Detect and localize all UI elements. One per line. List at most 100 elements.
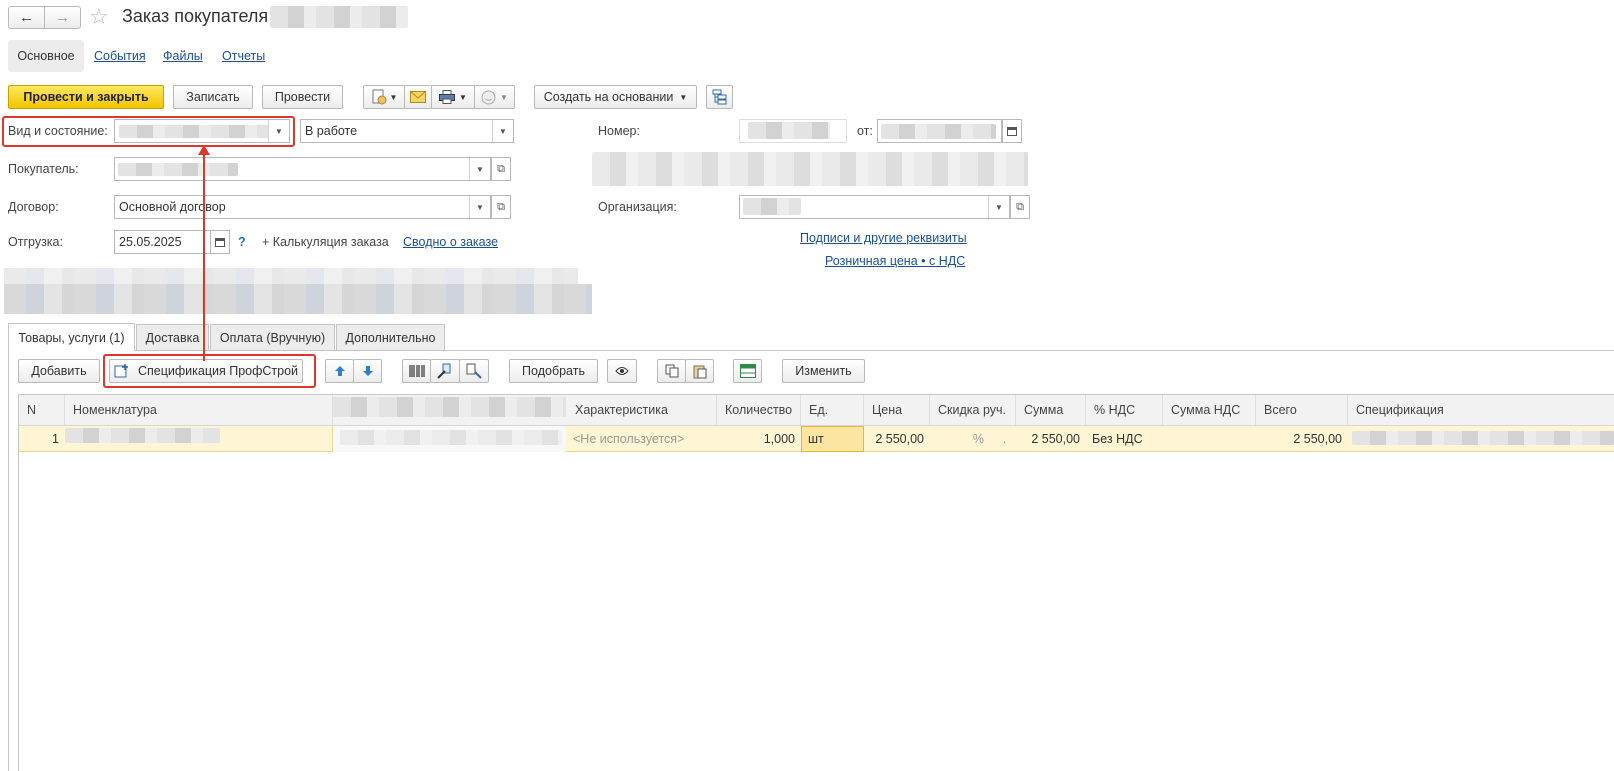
- create-document-dropdown[interactable]: ▼: [363, 85, 405, 109]
- print-dropdown[interactable]: ▼: [431, 85, 475, 109]
- column-header-n[interactable]: N: [19, 395, 65, 425]
- calendar-icon[interactable]: [1002, 119, 1022, 143]
- from-label: от:: [857, 124, 873, 138]
- organization-value-redacted: [743, 198, 801, 215]
- tab-panel-border: [8, 350, 9, 771]
- column-header-unit[interactable]: Ед.: [801, 395, 864, 425]
- row-price[interactable]: 2 550,00: [864, 426, 930, 452]
- shipment-label: Отгрузка:: [8, 235, 63, 249]
- help-icon[interactable]: ?: [238, 235, 246, 249]
- chevron-down-icon[interactable]: ▼: [469, 196, 490, 218]
- back-button[interactable]: ←: [8, 6, 45, 29]
- retail-price-link[interactable]: Розничная цена • с НДС: [825, 254, 965, 268]
- barcode-button[interactable]: [402, 359, 431, 383]
- view-button[interactable]: [607, 359, 637, 383]
- post-and-close-button[interactable]: Провести и закрыть: [8, 85, 164, 109]
- status-dropdown[interactable]: ▼: [474, 85, 515, 109]
- nav-tab-main[interactable]: Основное: [8, 40, 84, 72]
- paste-icon: [693, 365, 706, 378]
- move-down-button[interactable]: [353, 359, 382, 383]
- nav-tab-events[interactable]: События: [94, 49, 146, 63]
- move-up-button[interactable]: [325, 359, 354, 383]
- date-field[interactable]: [877, 119, 1002, 143]
- smiley-icon: [481, 90, 496, 104]
- buyer-open-icon[interactable]: ⧉: [491, 157, 511, 181]
- signatures-link[interactable]: Подписи и другие реквизиты: [800, 231, 967, 245]
- order-summary-link[interactable]: Сводно о заказе: [403, 235, 498, 249]
- copy-button[interactable]: [657, 359, 686, 383]
- chevron-down-icon: ▼: [459, 92, 467, 102]
- column-header-total[interactable]: Всего: [1256, 395, 1348, 425]
- annotation-arrow: [198, 145, 210, 361]
- comment-area-redacted: [4, 268, 578, 284]
- column-header-sum[interactable]: Сумма: [1016, 395, 1086, 425]
- chevron-down-icon: ▼: [500, 92, 508, 102]
- column-header-characteristic[interactable]: Характеристика: [567, 395, 717, 425]
- arrow-down-icon: [362, 366, 373, 376]
- row-vat-sum: [1163, 426, 1256, 452]
- organization-open-icon[interactable]: ⧉: [1010, 195, 1030, 219]
- row-nomenclature-redacted: [65, 428, 220, 443]
- column-header-price[interactable]: Цена: [864, 395, 930, 425]
- column-header-nomenclature[interactable]: Номенклатура: [65, 395, 333, 425]
- scanner-button[interactable]: [430, 359, 460, 383]
- contract-field[interactable]: Основной договор ▼: [114, 195, 491, 219]
- buyer-field[interactable]: ▼: [114, 157, 491, 181]
- save-button[interactable]: Записать: [173, 85, 253, 109]
- row-total: 2 550,00: [1293, 432, 1342, 446]
- chevron-down-icon[interactable]: ▼: [492, 120, 513, 142]
- terminal-button[interactable]: [459, 359, 489, 383]
- pick-button[interactable]: Подобрать: [509, 359, 598, 383]
- comment-area-redacted-2: [4, 284, 592, 314]
- row-quantity[interactable]: 1,000: [717, 426, 801, 452]
- email-button[interactable]: [404, 85, 432, 109]
- page-title: Заказ покупателя: [122, 6, 269, 26]
- row-vat-rate[interactable]: Без НДС: [1086, 426, 1163, 452]
- tab-goods-services[interactable]: Товары, услуги (1): [8, 323, 135, 351]
- contract-open-icon[interactable]: ⧉: [491, 195, 511, 219]
- terminal-icon: [466, 363, 482, 379]
- row-characteristic[interactable]: <Не используется>: [567, 426, 717, 452]
- add-row-button[interactable]: Добавить: [18, 359, 100, 383]
- nav-tab-reports[interactable]: Отчеты: [222, 49, 265, 63]
- tab-payment[interactable]: Оплата (Вручную): [210, 324, 335, 350]
- create-based-on-button[interactable]: Создать на основании ▼: [534, 85, 697, 109]
- organization-label: Организация:: [598, 200, 677, 214]
- favorite-star-icon[interactable]: ☆: [89, 4, 109, 30]
- post-button[interactable]: Провести: [262, 85, 343, 109]
- table-settings-button[interactable]: [733, 359, 762, 383]
- calculation-toggle[interactable]: + Калькуляция заказа: [262, 235, 389, 249]
- row-discount[interactable]: %: [930, 426, 990, 452]
- forward-button[interactable]: →: [44, 6, 81, 29]
- row-specification-redacted: [1352, 431, 1614, 445]
- date-value-redacted: [881, 124, 996, 139]
- paste-button[interactable]: [685, 359, 714, 383]
- column-header-vat-rate[interactable]: % НДС: [1086, 395, 1163, 425]
- column-header-quantity[interactable]: Количество: [717, 395, 801, 425]
- row-number: 1: [52, 432, 59, 446]
- scanner-icon: [437, 363, 451, 379]
- nav-tab-files[interactable]: Файлы: [163, 49, 203, 63]
- row-unit-cell[interactable]: шт: [801, 426, 864, 452]
- buyer-value-redacted: [118, 163, 238, 176]
- arrow-up-icon: [334, 366, 345, 376]
- number-label: Номер:: [598, 124, 640, 138]
- chevron-down-icon[interactable]: ▼: [988, 196, 1009, 218]
- contract-label: Договор:: [8, 200, 59, 214]
- chevron-down-icon: ▼: [389, 92, 398, 102]
- number-field[interactable]: [739, 119, 847, 143]
- structure-button[interactable]: [706, 85, 733, 109]
- document-clock-icon: [372, 89, 387, 105]
- envelope-icon: [410, 91, 426, 103]
- column-header-specification[interactable]: Спецификация: [1348, 395, 1614, 425]
- column-header-vat-sum[interactable]: Сумма НДС: [1163, 395, 1256, 425]
- state-field[interactable]: В работе ▼: [300, 119, 514, 143]
- annotation-highlight-type-state: [2, 116, 295, 147]
- organization-field[interactable]: ▼: [739, 195, 1010, 219]
- tab-additional[interactable]: Дополнительно: [336, 324, 445, 350]
- column-header-discount[interactable]: Скидка руч.: [930, 395, 1016, 425]
- chevron-down-icon[interactable]: ▼: [469, 158, 490, 180]
- change-button[interactable]: Изменить: [782, 359, 865, 383]
- printer-icon: [439, 90, 456, 104]
- column-header-redacted: [333, 397, 566, 417]
